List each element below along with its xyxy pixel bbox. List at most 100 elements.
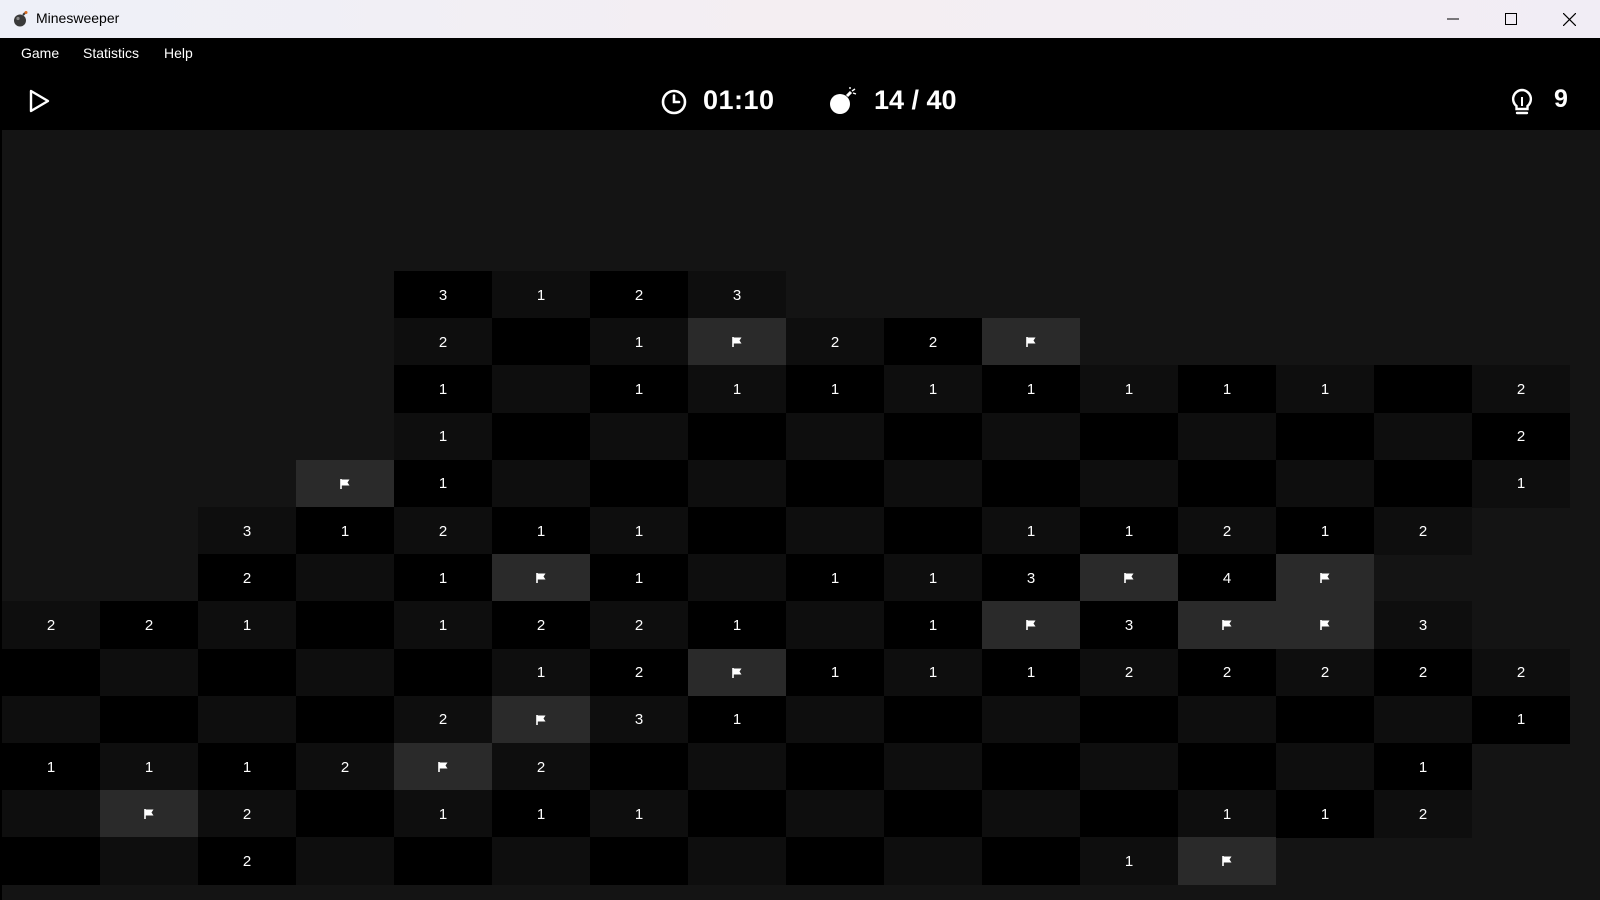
number-cell[interactable]: 2 — [786, 318, 884, 367]
number-cell[interactable]: 2 — [590, 601, 688, 650]
number-cell[interactable]: 1 — [884, 648, 982, 697]
number-cell[interactable]: 1 — [884, 601, 982, 650]
number-cell[interactable]: 2 — [198, 790, 296, 839]
empty-cell[interactable] — [688, 837, 786, 886]
number-cell[interactable]: 1 — [1178, 790, 1276, 839]
number-cell[interactable]: 1 — [1080, 365, 1178, 414]
number-cell[interactable]: 1 — [1080, 837, 1178, 886]
empty-cell[interactable] — [296, 695, 394, 744]
flagged-cell[interactable] — [1276, 601, 1374, 650]
number-cell[interactable]: 1 — [1276, 365, 1374, 414]
number-cell[interactable]: 2 — [2, 601, 100, 650]
flagged-cell[interactable] — [1178, 837, 1276, 886]
empty-cell[interactable] — [1374, 459, 1472, 508]
number-cell[interactable]: 1 — [884, 365, 982, 414]
empty-cell[interactable] — [1178, 743, 1276, 791]
empty-cell[interactable] — [296, 790, 394, 839]
empty-cell[interactable] — [394, 837, 492, 886]
empty-cell[interactable] — [1276, 412, 1374, 461]
empty-cell[interactable] — [1080, 743, 1178, 791]
number-cell[interactable]: 1 — [492, 648, 590, 697]
number-cell[interactable]: 1 — [884, 554, 982, 603]
number-cell[interactable]: 1 — [590, 790, 688, 839]
flagged-cell[interactable] — [492, 695, 590, 744]
empty-cell[interactable] — [2, 790, 100, 839]
flagged-cell[interactable] — [100, 790, 198, 839]
number-cell[interactable]: 1 — [394, 554, 492, 603]
empty-cell[interactable] — [688, 507, 786, 555]
empty-cell[interactable] — [982, 743, 1080, 791]
empty-cell[interactable] — [1276, 459, 1374, 508]
empty-cell[interactable] — [688, 554, 786, 603]
number-cell[interactable]: 1 — [1276, 790, 1374, 839]
close-button[interactable] — [1540, 0, 1598, 38]
menu-game[interactable]: Game — [21, 45, 59, 61]
empty-cell[interactable] — [296, 601, 394, 650]
number-cell[interactable]: 1 — [394, 365, 492, 414]
number-cell[interactable]: 3 — [590, 695, 688, 744]
empty-cell[interactable] — [982, 790, 1080, 839]
flagged-cell[interactable] — [1276, 554, 1374, 603]
number-cell[interactable]: 2 — [394, 507, 492, 555]
empty-cell[interactable] — [296, 554, 394, 603]
empty-cell[interactable] — [492, 412, 590, 461]
number-cell[interactable]: 1 — [296, 507, 394, 555]
empty-cell[interactable] — [884, 507, 982, 555]
empty-cell[interactable] — [1374, 412, 1472, 461]
empty-cell[interactable] — [786, 695, 884, 744]
empty-cell[interactable] — [982, 459, 1080, 508]
number-cell[interactable]: 2 — [394, 318, 492, 367]
empty-cell[interactable] — [1080, 459, 1178, 508]
empty-cell[interactable] — [982, 695, 1080, 744]
number-cell[interactable]: 2 — [296, 743, 394, 791]
number-cell[interactable]: 2 — [590, 271, 688, 319]
new-game-button[interactable] — [26, 88, 52, 114]
number-cell[interactable]: 2 — [100, 601, 198, 650]
empty-cell[interactable] — [2, 695, 100, 744]
number-cell[interactable]: 1 — [394, 790, 492, 839]
empty-cell[interactable] — [786, 743, 884, 791]
empty-cell[interactable] — [688, 412, 786, 461]
number-cell[interactable]: 1 — [1374, 743, 1472, 791]
number-cell[interactable]: 2 — [198, 554, 296, 603]
empty-cell[interactable] — [884, 790, 982, 839]
empty-cell[interactable] — [688, 743, 786, 791]
number-cell[interactable]: 3 — [688, 271, 786, 319]
hint-button[interactable]: 9 — [1510, 85, 1570, 119]
number-cell[interactable]: 2 — [492, 601, 590, 650]
number-cell[interactable]: 1 — [1276, 507, 1374, 555]
empty-cell[interactable] — [296, 837, 394, 886]
empty-cell[interactable] — [2, 837, 100, 886]
empty-cell[interactable] — [394, 648, 492, 697]
number-cell[interactable]: 1 — [492, 507, 590, 555]
number-cell[interactable]: 3 — [198, 507, 296, 555]
empty-cell[interactable] — [1080, 412, 1178, 461]
number-cell[interactable]: 1 — [590, 365, 688, 414]
empty-cell[interactable] — [492, 318, 590, 367]
number-cell[interactable]: 1 — [100, 743, 198, 791]
empty-cell[interactable] — [1178, 412, 1276, 461]
empty-cell[interactable] — [786, 507, 884, 555]
number-cell[interactable]: 1 — [394, 459, 492, 508]
number-cell[interactable]: 1 — [688, 695, 786, 744]
empty-cell[interactable] — [492, 365, 590, 414]
number-cell[interactable]: 1 — [198, 601, 296, 650]
number-cell[interactable]: 1 — [394, 412, 492, 461]
empty-cell[interactable] — [198, 695, 296, 744]
menu-statistics[interactable]: Statistics — [83, 45, 139, 61]
empty-cell[interactable] — [786, 459, 884, 508]
empty-cell[interactable] — [786, 601, 884, 650]
number-cell[interactable]: 3 — [1374, 601, 1472, 650]
number-cell[interactable]: 1 — [1472, 459, 1570, 508]
number-cell[interactable]: 1 — [688, 365, 786, 414]
empty-cell[interactable] — [1080, 695, 1178, 744]
empty-cell[interactable] — [1080, 790, 1178, 839]
empty-cell[interactable] — [492, 837, 590, 886]
empty-cell[interactable] — [884, 743, 982, 791]
empty-cell[interactable] — [786, 837, 884, 886]
flagged-cell[interactable] — [1080, 554, 1178, 603]
number-cell[interactable]: 2 — [1472, 412, 1570, 461]
empty-cell[interactable] — [1178, 459, 1276, 508]
number-cell[interactable]: 2 — [1276, 648, 1374, 697]
empty-cell[interactable] — [590, 412, 688, 461]
